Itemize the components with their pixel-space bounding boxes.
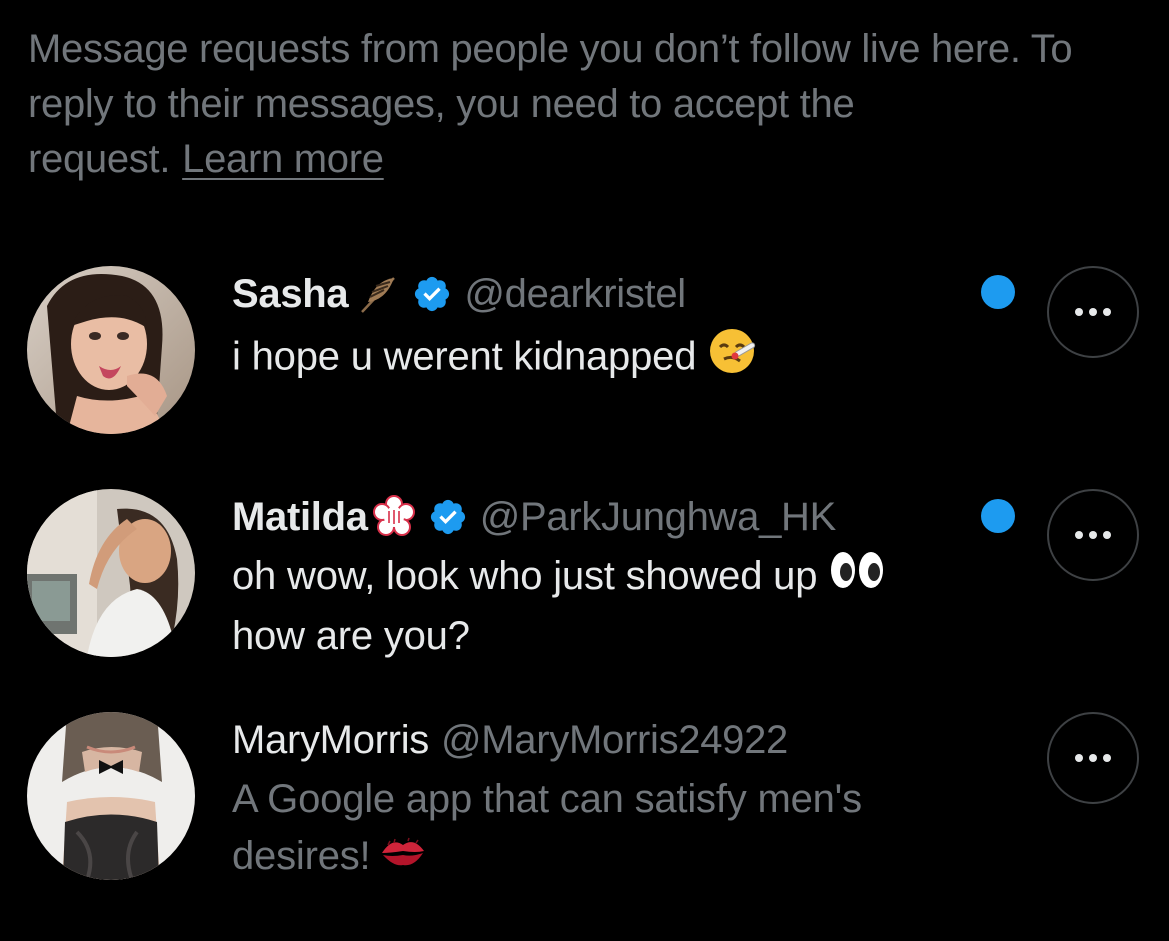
more-dot (1089, 754, 1097, 762)
more-horizontal-icon (1075, 754, 1083, 762)
more-options-button[interactable] (1047, 266, 1139, 358)
message-text: i hope u werent kidnapped (232, 334, 697, 379)
sender-handle: @ParkJunghwa_HK (479, 494, 837, 539)
more-dot (1103, 754, 1111, 762)
more-horizontal-icon (1075, 531, 1083, 539)
kiss-mark-emoji (378, 830, 428, 887)
request-row-sasha[interactable]: Sasha @dearkristel i hope u werent kidna… (0, 266, 1169, 436)
message-text-line2: how are you? (232, 614, 470, 659)
sender-handle: @MaryMorris24922 (440, 717, 789, 762)
avatar[interactable] (27, 489, 195, 657)
unread-indicator (981, 499, 1015, 533)
sender-name: Matilda (232, 494, 368, 539)
sender-name: MaryMorris (232, 717, 429, 762)
unread-indicator (981, 275, 1015, 309)
feather-icon (356, 272, 400, 316)
message-text-line1: A Google app that can satisfy men's (232, 777, 862, 821)
face-with-thermometer-emoji (706, 325, 758, 393)
request-header: Matilda @ParkJunghwa_HK (232, 489, 1012, 545)
verified-badge-icon (412, 274, 452, 314)
avatar[interactable] (27, 712, 195, 880)
request-header: Sasha @dearkristel (232, 266, 1012, 322)
sender-name: Sasha (232, 271, 349, 316)
request-row-marymorris[interactable]: MaryMorris @MaryMorris24922 A Google app… (0, 712, 1169, 882)
message-text-line1: oh wow, look who just showed up (232, 554, 818, 598)
avatar[interactable] (27, 266, 195, 434)
message-text-line2: desires! (232, 834, 371, 878)
verified-badge-icon (428, 497, 468, 537)
cherry-blossom-stamp-icon (372, 495, 416, 539)
message-preview: oh wow, look who just showed up how are … (232, 548, 1012, 665)
request-content: Matilda @ParkJunghwa_HK oh wow, look who… (232, 489, 1012, 665)
more-options-button[interactable] (1047, 712, 1139, 804)
message-preview: A Google app that can satisfy men's desi… (232, 771, 1012, 887)
more-horizontal-icon (1075, 308, 1083, 316)
request-header: MaryMorris @MaryMorris24922 (232, 712, 1012, 768)
request-content: Sasha @dearkristel i hope u werent kidna… (232, 266, 1012, 393)
more-dot (1103, 531, 1111, 539)
request-content: MaryMorris @MaryMorris24922 A Google app… (232, 712, 1012, 887)
more-dot (1089, 531, 1097, 539)
learn-more-link[interactable]: Learn more (182, 137, 384, 181)
eyes-emoji (827, 548, 887, 608)
more-dot (1103, 308, 1111, 316)
more-dot (1089, 308, 1097, 316)
more-options-button[interactable] (1047, 489, 1139, 581)
message-requests-notice: Message requests from people you don’t f… (28, 22, 1118, 187)
message-preview: i hope u werent kidnapped (232, 325, 1012, 393)
request-row-matilda[interactable]: Matilda @ParkJunghwa_HK oh wow, look who… (0, 489, 1169, 659)
sender-handle: @dearkristel (464, 271, 686, 316)
